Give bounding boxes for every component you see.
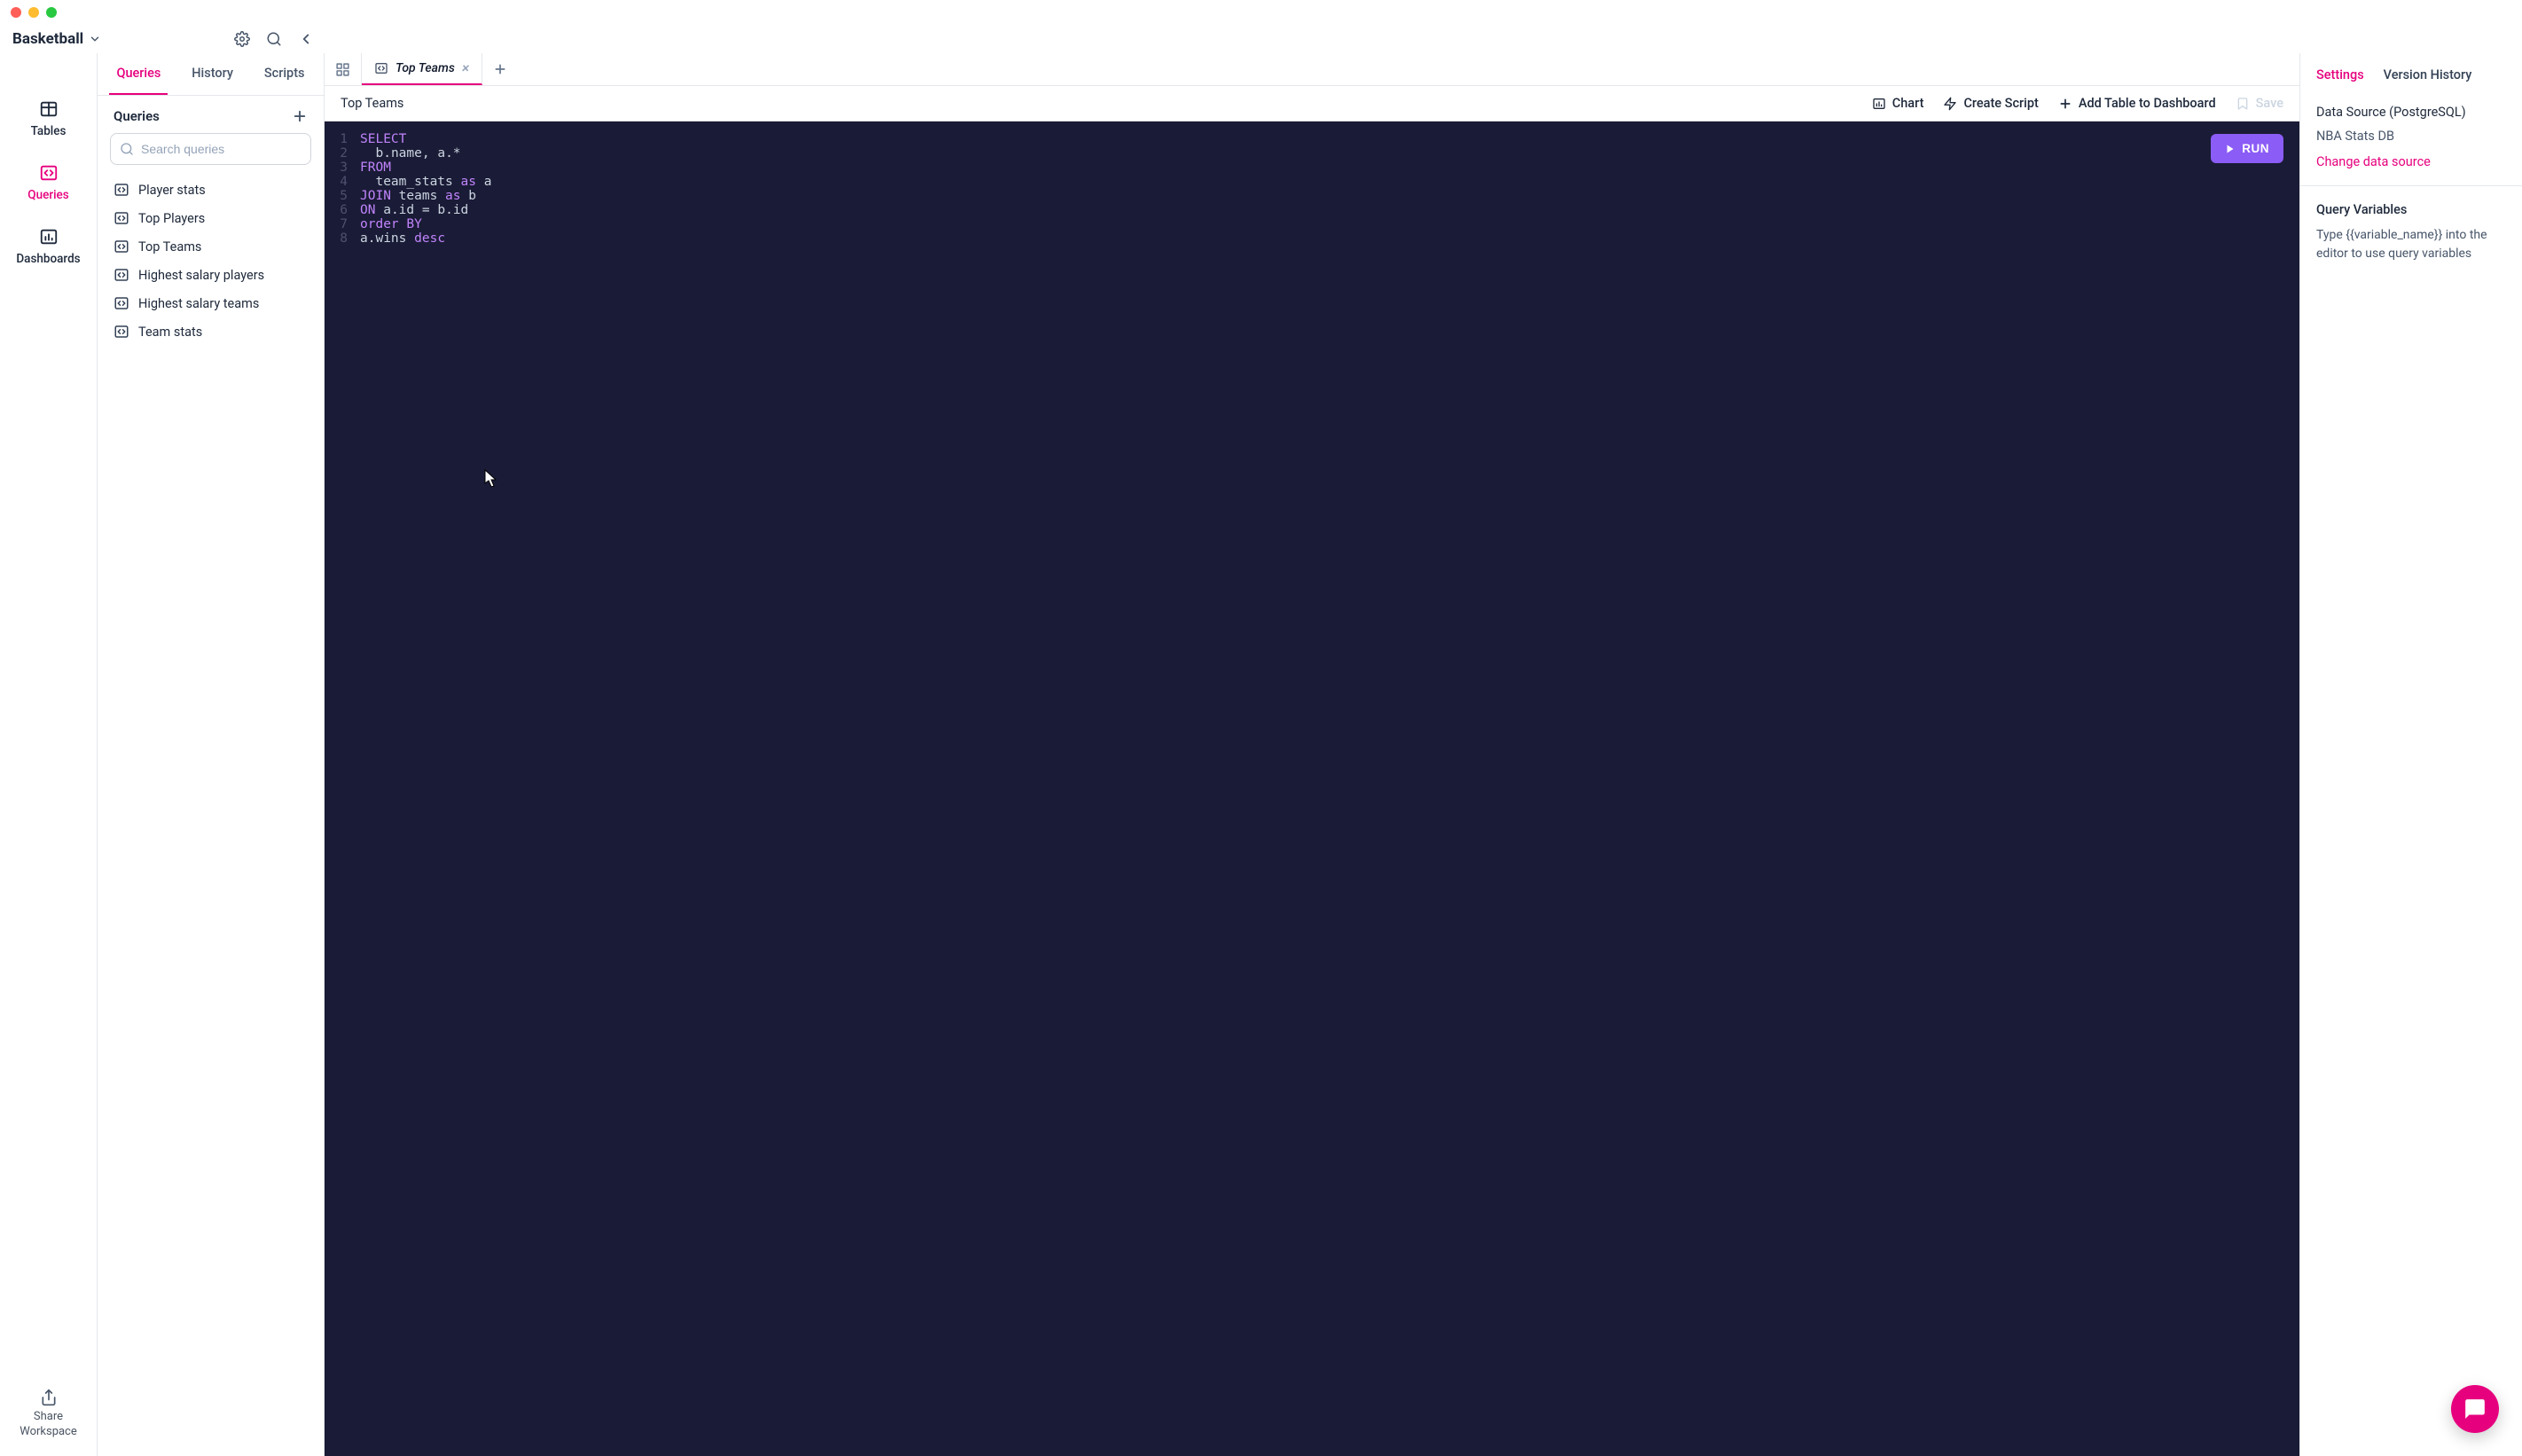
query-icon: [374, 61, 388, 75]
rail-item-dashboards[interactable]: Dashboards: [0, 215, 97, 278]
sidebar-tab-queries[interactable]: Queries: [109, 53, 168, 95]
search-icon[interactable]: [266, 31, 282, 47]
mouse-cursor-icon: [484, 469, 498, 489]
plus-icon: [292, 108, 308, 124]
query-icon: [114, 239, 129, 254]
query-variables-label: Query Variables: [2316, 202, 2506, 217]
queries-icon: [39, 163, 59, 183]
query-item[interactable]: Top Players: [103, 204, 318, 232]
query-item-label: Top Teams: [138, 239, 201, 254]
plus-icon: [2058, 97, 2072, 111]
chart-icon: [1872, 97, 1886, 111]
save-button: Save: [2236, 96, 2283, 111]
right-panel: Settings Version History Data Source (Po…: [2300, 53, 2522, 1456]
query-icon: [114, 182, 129, 198]
chart-button[interactable]: Chart: [1872, 96, 1924, 111]
window-titlebar: [0, 0, 2522, 25]
share-label: Share Workspace: [7, 1410, 90, 1440]
add-query-button[interactable]: [292, 108, 308, 124]
add-table-to-dashboard-button[interactable]: Add Table to Dashboard: [2058, 96, 2216, 111]
query-item-label: Player stats: [138, 183, 206, 198]
chat-icon: [2463, 1397, 2487, 1421]
sidebar-section-title: Queries: [114, 108, 160, 124]
chevron-down-icon: [89, 33, 101, 45]
query-item[interactable]: Highest salary teams: [103, 289, 318, 317]
query-icon: [114, 210, 129, 226]
tab-label: Top Teams: [396, 61, 455, 75]
rp-tab-settings[interactable]: Settings: [2316, 67, 2364, 82]
rail-label-dashboards: Dashboards: [16, 252, 80, 266]
plus-icon: [493, 62, 507, 76]
breadcrumb: Top Teams: [341, 96, 403, 111]
query-variables-help: Type {{variable_name}} into the editor t…: [2316, 226, 2506, 263]
rail-label-tables: Tables: [31, 124, 67, 138]
rail-item-queries[interactable]: Queries: [0, 151, 97, 215]
grid-icon: [335, 62, 350, 77]
query-item[interactable]: Player stats: [103, 176, 318, 204]
query-item-label: Top Players: [138, 211, 205, 226]
tab-close-icon[interactable]: ×: [462, 61, 469, 75]
bookmark-icon: [2236, 97, 2250, 111]
collapse-sidebar-icon[interactable]: [298, 31, 314, 47]
data-source-label: Data Source (PostgreSQL): [2316, 105, 2506, 120]
editor-tabbar: Top Teams ×: [325, 53, 2299, 86]
query-icon: [114, 324, 129, 340]
close-window-icon[interactable]: [11, 7, 21, 18]
query-item-label: Highest salary teams: [138, 296, 259, 311]
dashboard-icon: [39, 227, 59, 247]
change-data-source-link[interactable]: Change data source: [2316, 154, 2506, 169]
table-icon: [39, 99, 59, 119]
help-chat-button[interactable]: [2451, 1385, 2499, 1433]
minimize-window-icon[interactable]: [28, 7, 39, 18]
maximize-window-icon[interactable]: [46, 7, 57, 18]
sidebar: Queries History Scripts Queries Player s…: [98, 53, 325, 1456]
rail-label-queries: Queries: [27, 188, 68, 202]
rail-item-tables[interactable]: Tables: [0, 87, 97, 151]
nav-rail: Tables Queries Dashboards Share Workspac…: [0, 53, 98, 1456]
query-item-label: Highest salary players: [138, 268, 264, 283]
query-icon: [114, 267, 129, 283]
query-item[interactable]: Highest salary players: [103, 261, 318, 289]
sql-editor[interactable]: RUN 1SELECT2 b.name, a.*3FROM4 team_stat…: [325, 121, 2299, 1456]
tab-add-button[interactable]: [482, 53, 518, 85]
query-item[interactable]: Team stats: [103, 317, 318, 346]
query-item[interactable]: Top Teams: [103, 232, 318, 261]
workspace-name: Basketball: [12, 30, 83, 48]
search-queries-input[interactable]: [110, 133, 311, 165]
settings-icon[interactable]: [234, 31, 250, 47]
rp-tab-version-history[interactable]: Version History: [2384, 67, 2472, 82]
create-script-button[interactable]: Create Script: [1943, 96, 2038, 111]
share-icon: [40, 1389, 58, 1406]
data-source-value: NBA Stats DB: [2316, 129, 2506, 144]
query-item-label: Team stats: [138, 325, 202, 340]
tab-top-teams[interactable]: Top Teams ×: [362, 53, 482, 85]
editor-toolbar: Top Teams Chart Create Script Add Table …: [325, 86, 2299, 121]
run-button[interactable]: RUN: [2211, 134, 2283, 163]
sidebar-tab-scripts[interactable]: Scripts: [257, 53, 312, 95]
play-icon: [2225, 144, 2236, 154]
bolt-icon: [1943, 97, 1957, 111]
workspace-switcher[interactable]: Basketball: [12, 30, 101, 48]
sidebar-tab-history[interactable]: History: [184, 53, 240, 95]
query-icon: [114, 295, 129, 311]
tab-home-button[interactable]: [325, 53, 362, 85]
share-workspace-button[interactable]: Share Workspace: [0, 1373, 97, 1456]
